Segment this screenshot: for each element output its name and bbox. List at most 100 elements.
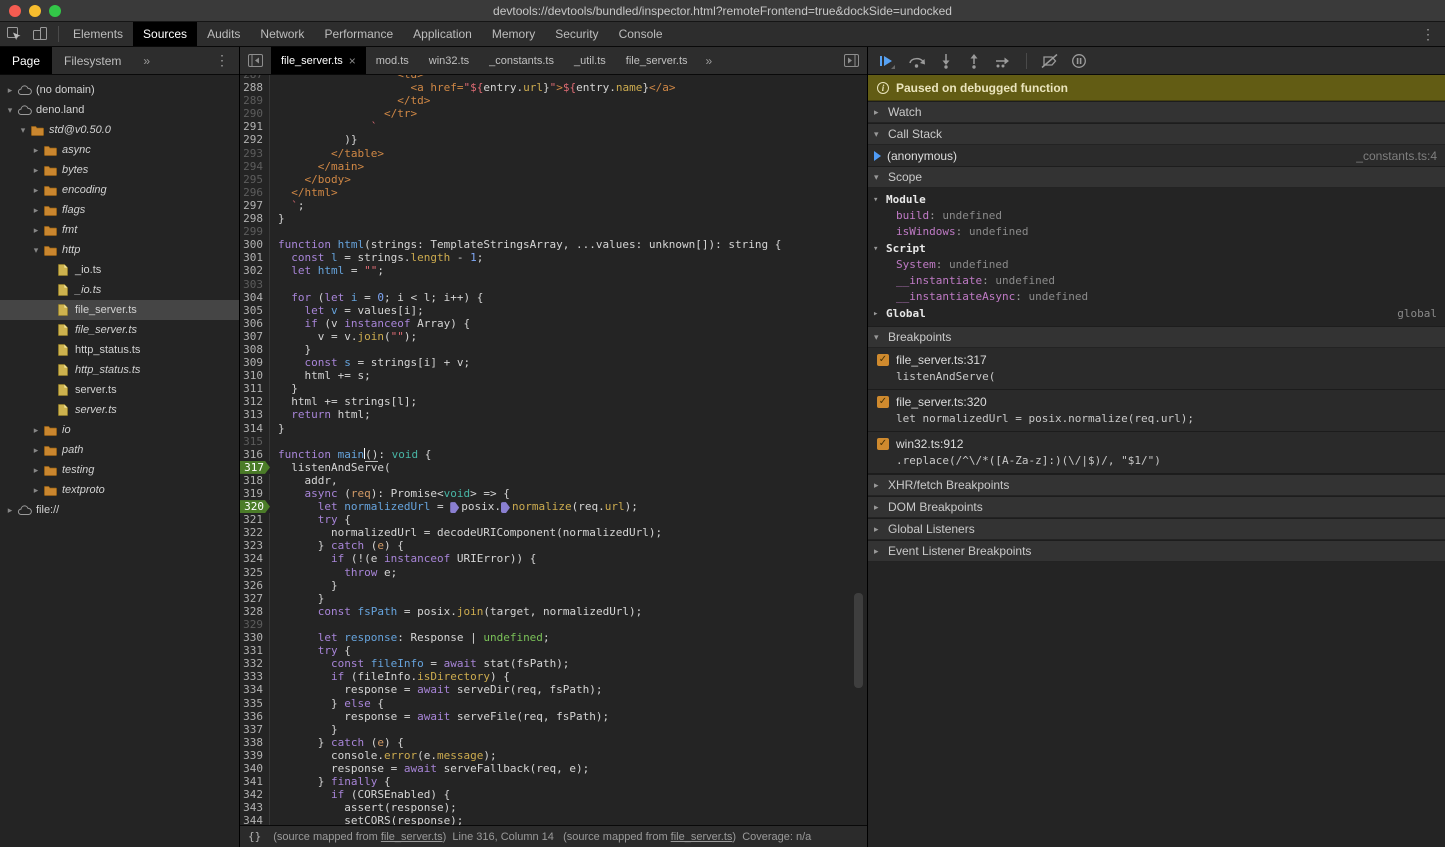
code-text[interactable]: ` xyxy=(270,120,377,133)
line-number[interactable]: 329 xyxy=(240,618,270,631)
section-scope[interactable]: ▾Scope xyxy=(868,166,1445,188)
code-text[interactable]: } xyxy=(270,592,324,605)
line-number[interactable]: 341 xyxy=(240,775,270,788)
close-window-button[interactable] xyxy=(9,5,21,17)
code-text[interactable]: if (fileInfo.isDirectory) { xyxy=(270,670,510,683)
section-dom-breakpoints[interactable]: ▸DOM Breakpoints xyxy=(868,496,1445,518)
scope-group-global[interactable]: ▸Globalglobal xyxy=(868,305,1445,322)
code-view[interactable]: 287 <td>288 <a href="${entry.url}">${ent… xyxy=(240,75,867,825)
disclosure-arrow[interactable]: ▾ xyxy=(30,245,42,256)
section-event-listener-breakpoints[interactable]: ▸Event Listener Breakpoints xyxy=(868,540,1445,562)
tab-application[interactable]: Application xyxy=(403,22,482,46)
line-number[interactable]: 338 xyxy=(240,736,270,749)
line-number[interactable]: 311 xyxy=(240,382,270,395)
device-toolbar-icon[interactable] xyxy=(32,26,48,42)
inline-breakpoint-marker[interactable] xyxy=(501,502,510,513)
resume-button[interactable] xyxy=(878,53,896,69)
breakpoint-entry[interactable]: ✓file_server.ts:317listenAndServe( xyxy=(868,348,1445,390)
step-into-button[interactable] xyxy=(938,53,954,69)
navigator-more-tabs-icon[interactable]: » xyxy=(133,47,160,74)
tree-item-http-status-ts[interactable]: http_status.ts xyxy=(0,360,239,380)
tree-item-path[interactable]: ▸path xyxy=(0,440,239,460)
line-number[interactable]: 331 xyxy=(240,644,270,657)
step-over-button[interactable] xyxy=(908,53,926,69)
line-number[interactable]: 318 xyxy=(240,474,270,487)
tree-item-std-v0-50-0[interactable]: ▾std@v0.50.0 xyxy=(0,120,239,140)
step-button[interactable] xyxy=(994,53,1012,69)
line-number[interactable]: 340 xyxy=(240,762,270,775)
tree-item-deno-land[interactable]: ▾deno.land xyxy=(0,100,239,120)
code-text[interactable]: normalizedUrl = decodeURIComponent(norma… xyxy=(270,526,662,539)
code-text[interactable]: let html = ""; xyxy=(270,264,384,277)
line-number[interactable]: 296 xyxy=(240,186,270,199)
line-number[interactable]: 297 xyxy=(240,199,270,212)
inline-breakpoint-marker[interactable] xyxy=(450,502,459,513)
line-number[interactable]: 335 xyxy=(240,697,270,710)
code-text[interactable]: </html> xyxy=(270,186,338,199)
code-text[interactable]: setCORS(response); xyxy=(270,814,463,825)
tab-performance[interactable]: Performance xyxy=(314,22,403,46)
code-text[interactable]: try { xyxy=(270,644,351,657)
line-number[interactable]: 323 xyxy=(240,539,270,552)
line-number[interactable]: 315 xyxy=(240,435,270,448)
line-number[interactable]: 309 xyxy=(240,356,270,369)
navigator-tab-filesystem[interactable]: Filesystem xyxy=(52,47,133,74)
code-text[interactable]: listenAndServe( xyxy=(270,461,391,474)
disclosure-arrow[interactable]: ▸ xyxy=(30,485,42,496)
deactivate-breakpoints-button[interactable] xyxy=(1041,53,1059,69)
tree-item-io[interactable]: ▸io xyxy=(0,420,239,440)
tree-item-encoding[interactable]: ▸encoding xyxy=(0,180,239,200)
code-text[interactable]: for (let i = 0; i < l; i++) { xyxy=(270,291,483,304)
disclosure-arrow[interactable]: ▸ xyxy=(30,165,42,176)
tree-item-io-ts[interactable]: _io.ts xyxy=(0,260,239,280)
tree-item-flags[interactable]: ▸flags xyxy=(0,200,239,220)
tree-item-file-server-ts[interactable]: file_server.ts xyxy=(0,320,239,340)
line-number[interactable]: 290 xyxy=(240,107,270,120)
line-number[interactable]: 316 xyxy=(240,448,270,461)
line-number[interactable]: 300 xyxy=(240,238,270,251)
pretty-print-button[interactable]: {} xyxy=(248,830,261,843)
line-number[interactable]: 294 xyxy=(240,160,270,173)
devtools-menu-icon[interactable]: ⋮ xyxy=(1411,22,1445,46)
breakpoint-checkbox[interactable]: ✓ xyxy=(877,396,889,408)
code-text[interactable]: console.error(e.message); xyxy=(270,749,497,762)
navigator-tab-page[interactable]: Page xyxy=(0,47,52,74)
code-text[interactable]: let normalizedUrl = posix.normalize(req.… xyxy=(270,500,638,513)
tab-memory[interactable]: Memory xyxy=(482,22,545,46)
tree-item-file[interactable]: ▸file:// xyxy=(0,500,239,520)
code-text[interactable]: } catch (e) { xyxy=(270,539,404,552)
call-stack-frame[interactable]: (anonymous)_constants.ts:4 xyxy=(868,145,1445,166)
breakpoint-checkbox[interactable]: ✓ xyxy=(877,438,889,450)
hide-navigator-icon[interactable] xyxy=(240,47,271,74)
disclosure-arrow[interactable]: ▸ xyxy=(30,425,42,436)
editor-tab-util-ts[interactable]: _util.ts xyxy=(564,47,616,74)
breakpoint-checkbox[interactable]: ✓ xyxy=(877,354,889,366)
line-number[interactable]: 328 xyxy=(240,605,270,618)
code-text[interactable]: </body> xyxy=(270,173,351,186)
code-text[interactable]: </tr> xyxy=(270,107,417,120)
code-text[interactable]: </td> xyxy=(270,94,430,107)
tab-audits[interactable]: Audits xyxy=(197,22,250,46)
code-text[interactable]: </table> xyxy=(270,147,384,160)
editor-scrollbar[interactable] xyxy=(854,593,863,688)
code-text[interactable]: const fsPath = posix.join(target, normal… xyxy=(270,605,642,618)
line-number[interactable]: 344 xyxy=(240,814,270,825)
tree-item-testing[interactable]: ▸testing xyxy=(0,460,239,480)
section-xhr-fetch-breakpoints[interactable]: ▸XHR/fetch Breakpoints xyxy=(868,474,1445,496)
disclosure-arrow[interactable]: ▸ xyxy=(30,465,42,476)
code-text[interactable]: html += strings[l]; xyxy=(270,395,417,408)
line-number[interactable]: 304 xyxy=(240,291,270,304)
disclosure-arrow[interactable]: ▸ xyxy=(30,145,42,156)
code-text[interactable]: } xyxy=(270,579,338,592)
code-text[interactable]: response = await serveFallback(req, e); xyxy=(270,762,589,775)
disclosure-arrow[interactable]: ▾ xyxy=(4,105,16,116)
tab-sources[interactable]: Sources xyxy=(133,22,197,46)
line-number[interactable]: 305 xyxy=(240,304,270,317)
tab-network[interactable]: Network xyxy=(250,22,314,46)
code-text[interactable]: v = v.join(""); xyxy=(270,330,417,343)
tree-item-http-status-ts[interactable]: http_status.ts xyxy=(0,340,239,360)
tree-item-async[interactable]: ▸async xyxy=(0,140,239,160)
line-number[interactable]: 330 xyxy=(240,631,270,644)
disclosure-arrow[interactable]: ▸ xyxy=(30,205,42,216)
code-text[interactable]: return html; xyxy=(270,408,371,421)
